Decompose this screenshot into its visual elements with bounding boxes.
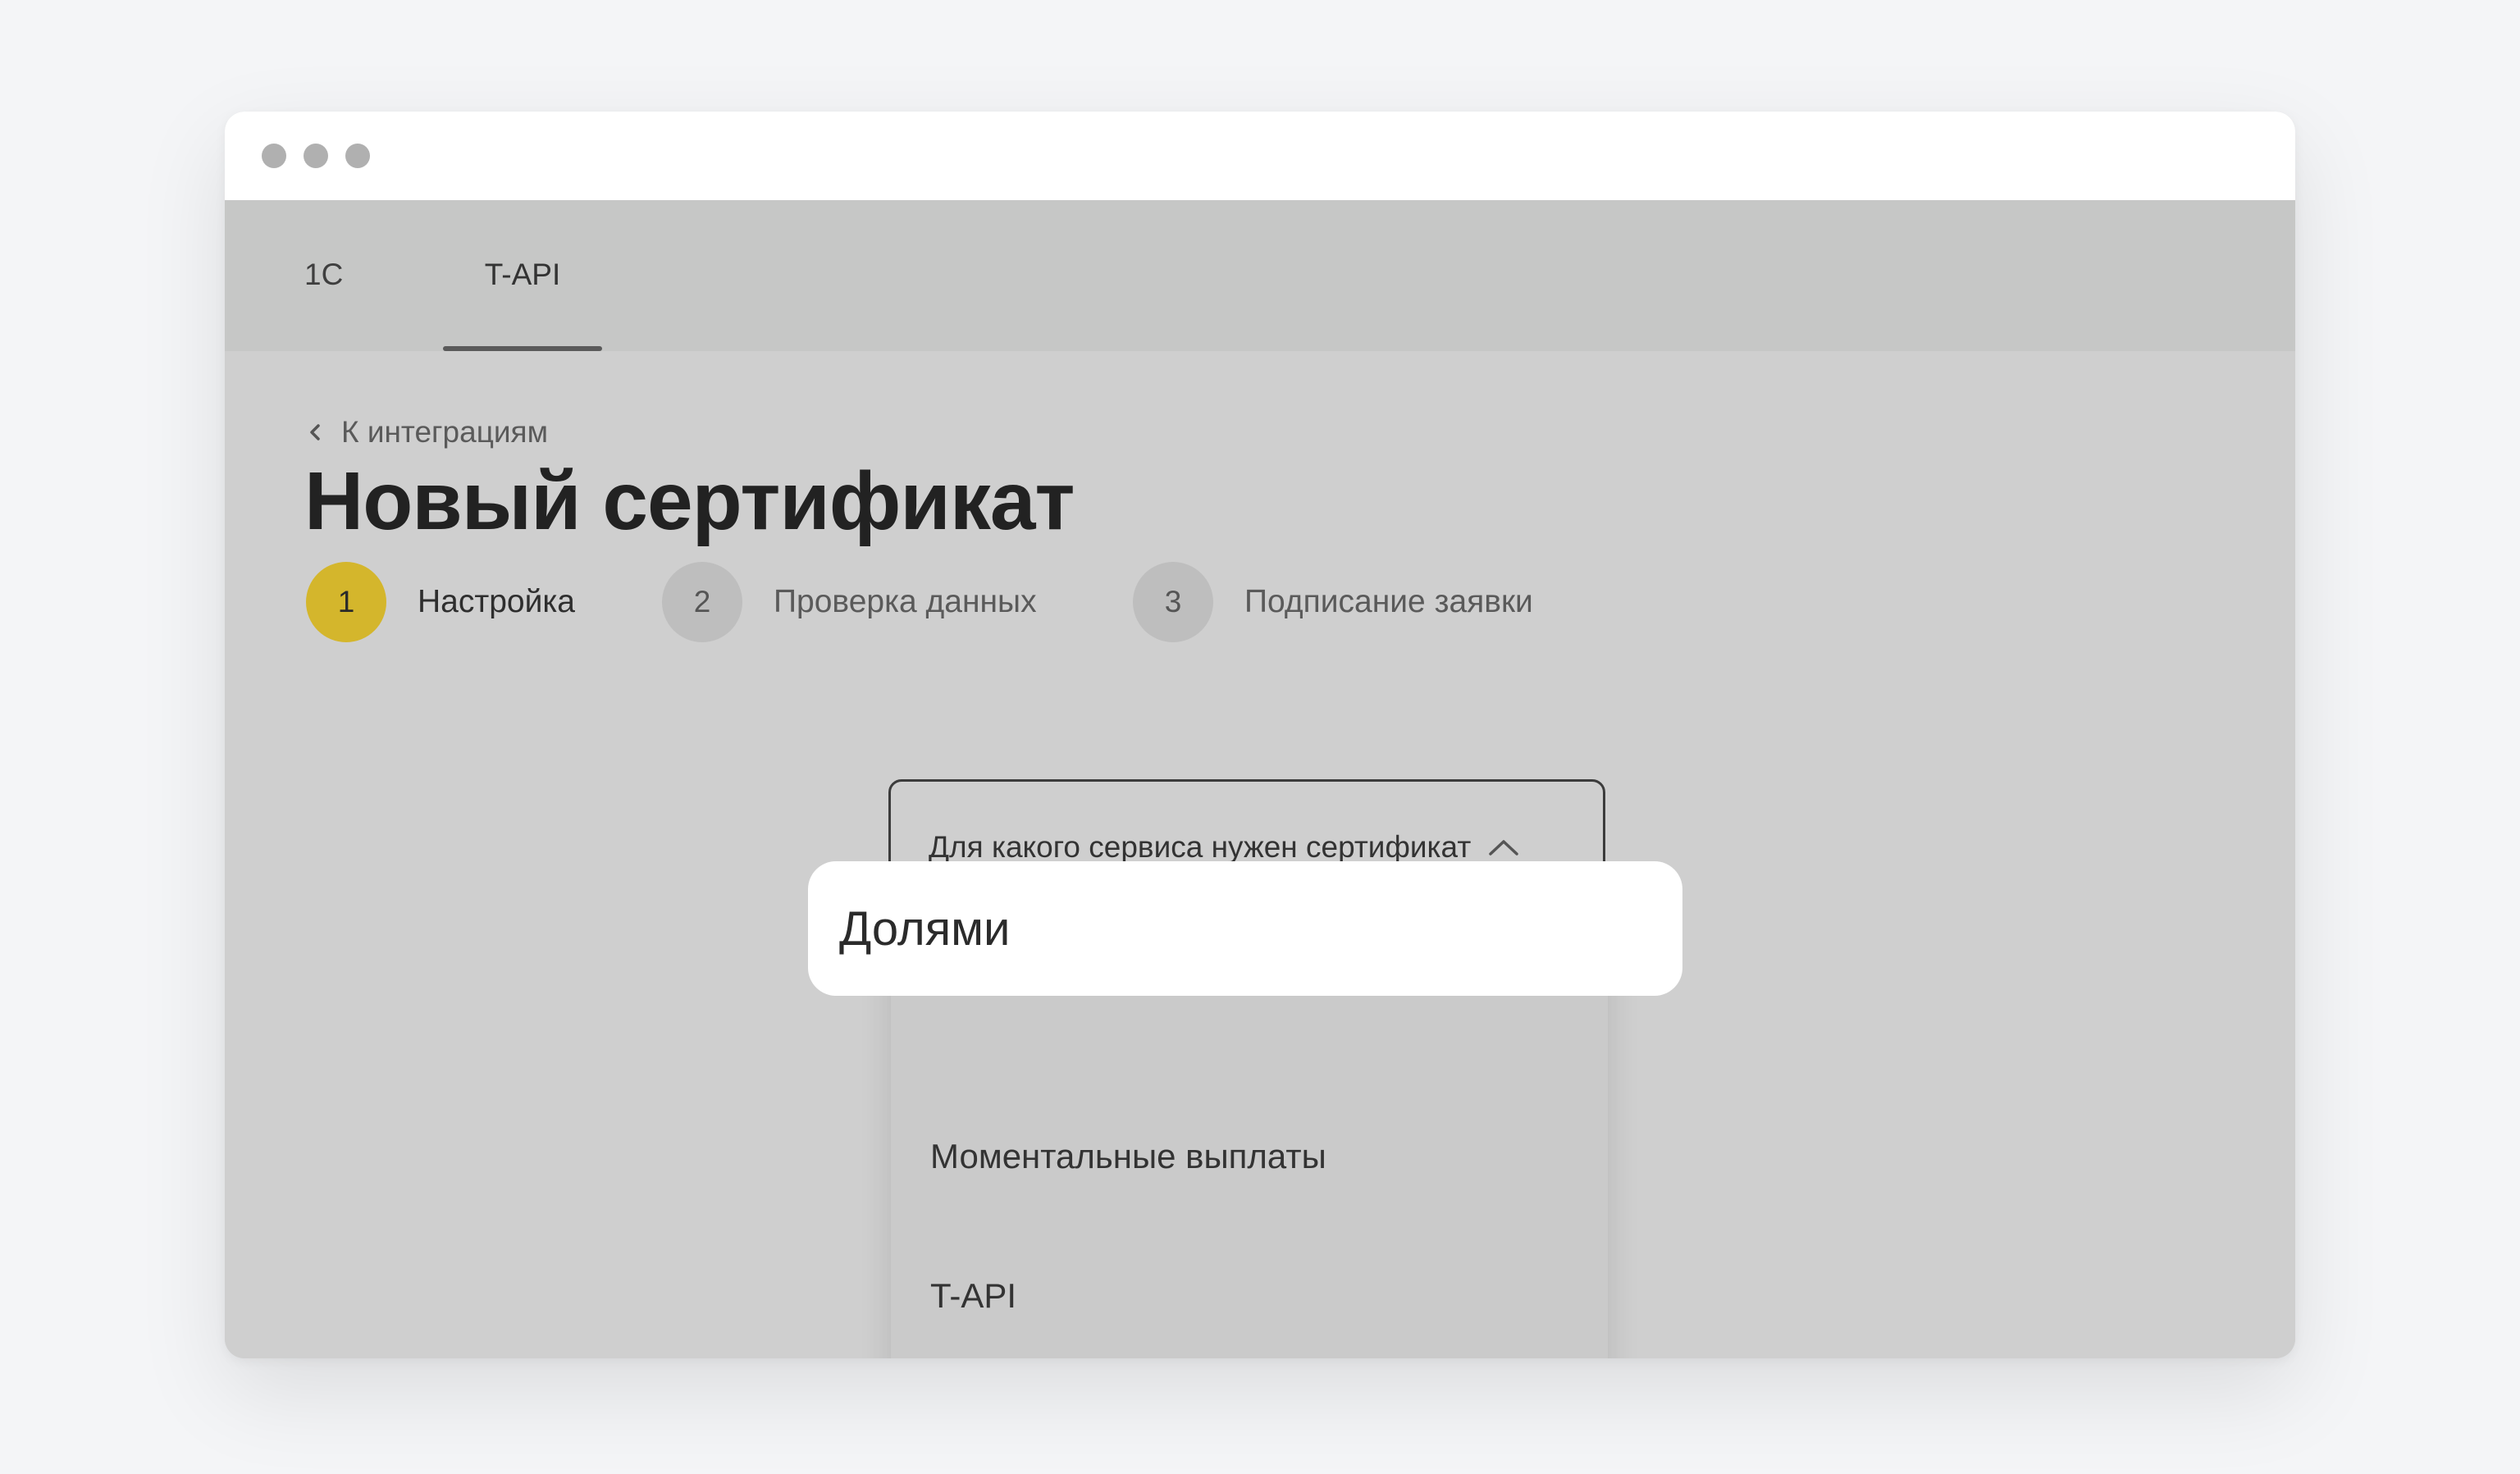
back-link-label: К интеграциям: [341, 415, 549, 449]
window-dot-icon: [345, 144, 370, 168]
step-number-badge: 1: [306, 562, 386, 642]
chevron-up-icon: [1489, 840, 1519, 856]
tab-t-api[interactable]: T-API: [443, 200, 602, 351]
step-signing: 3 Подписание заявки: [1133, 561, 1533, 643]
app-content: 1С T-API К интеграциям Новый сертификат …: [225, 200, 2295, 1358]
tabs-bar: 1С T-API: [225, 200, 2295, 351]
tab-1c[interactable]: 1С: [304, 200, 343, 351]
dropdown-option-instant-payouts[interactable]: Моментальные выплаты: [930, 1137, 1326, 1176]
step-label: Проверка данных: [774, 584, 1037, 619]
step-data-check: 2 Проверка данных: [662, 561, 1037, 643]
step-number-badge: 3: [1133, 562, 1213, 642]
tab-t-api-label: T-API: [484, 258, 561, 291]
step-label: Настройка: [418, 584, 575, 619]
chevron-left-icon: [310, 424, 320, 440]
browser-titlebar: [225, 112, 2295, 200]
window-dot-icon: [262, 144, 286, 168]
service-dropdown: Моментальные выплаты T-API: [891, 932, 1608, 1358]
browser-window: 1С T-API К интеграциям Новый сертификат …: [225, 112, 2295, 1358]
back-to-integrations-link[interactable]: К интеграциям: [307, 415, 548, 450]
dropdown-option-dolyami-label: Долями: [839, 901, 1011, 956]
active-tab-indicator: [443, 346, 602, 351]
step-label: Подписание заявки: [1244, 584, 1533, 619]
step-number-badge: 2: [662, 562, 742, 642]
page-title: Новый сертификат: [304, 455, 1075, 547]
service-select-label: Для какого сервиса нужен сертификат: [929, 830, 1472, 864]
page-background: 1С T-API К интеграциям Новый сертификат …: [0, 0, 2520, 1474]
dropdown-option-t-api[interactable]: T-API: [930, 1276, 1016, 1316]
window-dot-icon: [304, 144, 328, 168]
step-settings: 1 Настройка: [306, 561, 575, 643]
dropdown-option-dolyami[interactable]: Долями: [808, 861, 1682, 996]
